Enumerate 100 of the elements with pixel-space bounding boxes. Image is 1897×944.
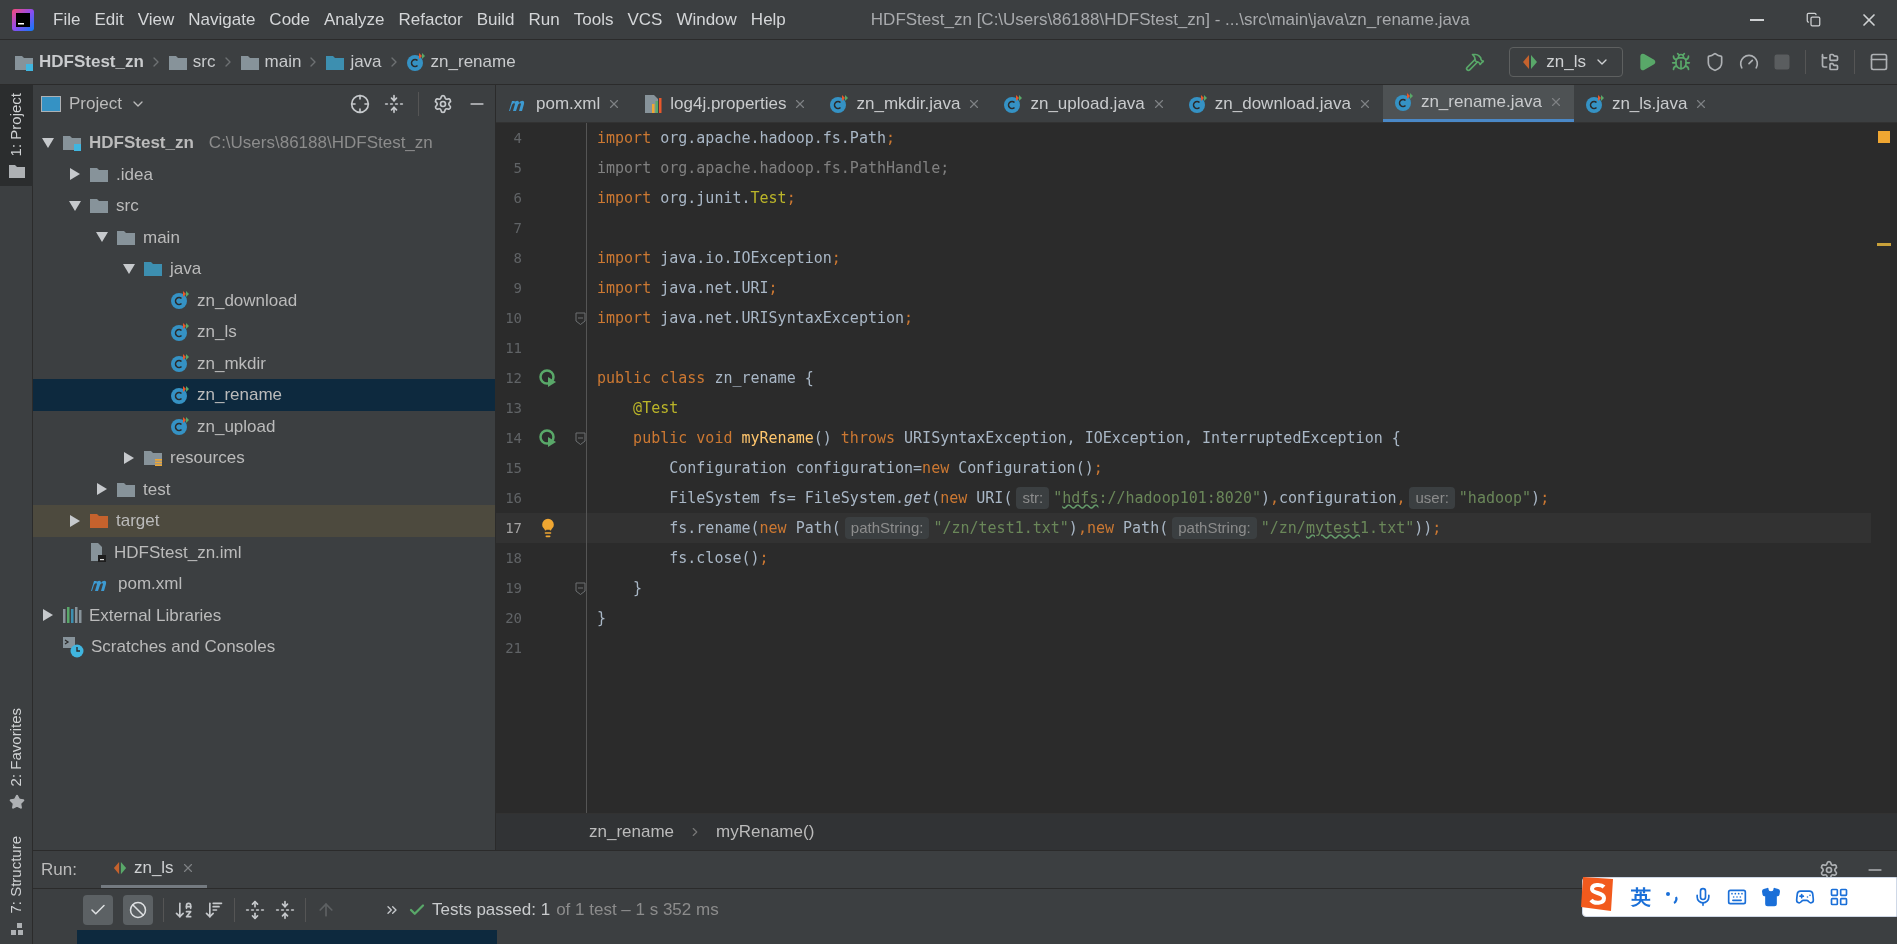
tree-item[interactable]: main (33, 221, 495, 253)
breadcrumb-item[interactable]: main (237, 49, 304, 75)
run-tab[interactable]: zn_ls (100, 851, 207, 888)
fold-marker-icon[interactable] (574, 581, 586, 595)
locate-icon[interactable] (350, 94, 370, 114)
tree-item[interactable]: zn_download (33, 284, 495, 316)
menu-item[interactable]: Help (743, 6, 793, 33)
line-number: 6 (512, 188, 522, 208)
toolbox-icon[interactable] (1829, 887, 1849, 907)
tool-window-tab[interactable]: 7: Structure (0, 828, 33, 944)
run-test-icon[interactable] (539, 369, 557, 387)
panel-icon (41, 96, 61, 112)
menu-item[interactable]: Run (521, 6, 567, 33)
fold-marker-icon[interactable] (574, 431, 586, 445)
collapsed-arrow-icon[interactable] (42, 609, 54, 622)
build-icon[interactable] (1465, 52, 1486, 72)
menu-item[interactable]: Code (262, 6, 317, 33)
tree-item[interactable]: zn_mkdir (33, 347, 495, 379)
tree-item[interactable]: pom.xml (33, 568, 495, 600)
run-config-dropdown[interactable]: zn_ls (1509, 47, 1623, 77)
tree-item[interactable]: Scratches and Consoles (33, 631, 495, 663)
tree-item[interactable]: External Libraries (33, 599, 495, 631)
tree-item[interactable]: src (33, 190, 495, 222)
menu-item[interactable]: Build (469, 6, 522, 33)
editor-tab[interactable]: zn_mkdir.java (818, 85, 993, 122)
tree-item[interactable]: zn_rename (33, 379, 495, 411)
editor-tab[interactable]: zn_upload.java (992, 85, 1177, 122)
tree-item[interactable]: test (33, 473, 495, 505)
breadcrumb-item[interactable]: java (323, 49, 384, 75)
skin-icon[interactable] (1761, 887, 1781, 907)
tool-window-tab[interactable]: 1: Project (0, 85, 33, 187)
keyboard-icon[interactable] (1727, 887, 1747, 907)
code-line: Configuration configuration=new Configuration(); (668, 457, 1103, 479)
punctuation-icon[interactable] (1665, 889, 1679, 905)
editor-tab[interactable]: pom.xml (496, 85, 633, 122)
settings-icon[interactable] (1819, 859, 1839, 880)
menu-item[interactable]: Tools (566, 6, 621, 33)
breadcrumb-item[interactable]: src (165, 49, 218, 75)
tree-label: .idea (116, 163, 153, 186)
line-number: 16 (504, 488, 522, 508)
folder-icon (167, 53, 188, 71)
code-line: public class zn_rename { (597, 367, 814, 389)
menu-item[interactable]: Edit (87, 6, 131, 33)
ime-mode[interactable]: 英 (1631, 882, 1651, 912)
folder-icon (89, 512, 109, 530)
settings-icon[interactable] (433, 94, 453, 114)
menu-item[interactable]: Window (669, 6, 744, 33)
tree-item[interactable]: .idea (33, 158, 495, 190)
expand-all-icon[interactable] (245, 899, 265, 920)
tree-label: java (170, 258, 202, 280)
collapse-all-icon[interactable] (275, 899, 295, 920)
profile-icon[interactable] (1739, 52, 1759, 72)
editor-tab[interactable]: log4j.properties (632, 85, 819, 122)
code-line: @Test (632, 397, 679, 419)
collapsed-arrow-icon[interactable] (69, 514, 81, 527)
breadcrumb-item[interactable]: myRename() (716, 819, 815, 845)
gamepad-icon[interactable] (1795, 887, 1815, 907)
editor-tab[interactable]: zn_rename.java (1382, 85, 1574, 122)
tree-label: External Libraries (89, 604, 222, 627)
tree-item[interactable]: java (33, 253, 495, 285)
project-structure-icon[interactable] (1820, 52, 1840, 72)
breadcrumb-item[interactable]: zn_rename (589, 819, 675, 845)
menu-item[interactable]: Refactor (391, 6, 470, 33)
editor-tab[interactable]: zn_download.java (1176, 85, 1383, 122)
tree-item[interactable]: HDFStest_zn.iml (33, 536, 495, 568)
terminal-icon[interactable] (1869, 52, 1889, 72)
tree-item[interactable]: HDFStest_zn C:\Users\86188\HDFStest_zn (33, 127, 495, 159)
run-icon[interactable] (1637, 52, 1657, 72)
run-test-icon[interactable] (539, 429, 557, 447)
breadcrumb-item[interactable]: zn_rename (403, 49, 518, 75)
expanded-arrow-icon[interactable] (123, 262, 135, 275)
tree-item[interactable]: zn_upload (33, 410, 495, 442)
expanded-arrow-icon[interactable] (96, 231, 108, 244)
menu-item[interactable]: Analyze (317, 6, 392, 33)
code-line: import org.apache.hadoop.fs.PathHandle; (597, 157, 950, 179)
collapsed-arrow-icon[interactable] (69, 168, 81, 181)
breadcrumb-item[interactable]: HDFStest_zn (12, 49, 146, 75)
tree-item[interactable]: resources (33, 442, 495, 474)
expanded-arrow-icon[interactable] (69, 199, 81, 212)
panel-title[interactable]: Project (69, 91, 122, 117)
coverage-icon[interactable] (1705, 52, 1725, 72)
tree-item[interactable]: zn_ls (33, 316, 495, 348)
folder-icon (116, 228, 136, 246)
menu-item[interactable]: Navigate (181, 6, 263, 33)
microphone-icon[interactable] (1693, 887, 1713, 907)
editor-tab[interactable]: zn_ls.java (1573, 85, 1720, 122)
tool-window-tab[interactable]: 2: Favorites (0, 700, 33, 819)
menu-item[interactable]: VCS (620, 6, 670, 33)
menu-item[interactable]: View (130, 6, 182, 33)
menu-item[interactable]: File (46, 6, 88, 33)
debug-icon[interactable] (1671, 52, 1691, 72)
fold-marker-icon[interactable] (574, 311, 586, 325)
collapsed-arrow-icon[interactable] (96, 483, 108, 496)
show-ignored-button[interactable] (123, 894, 153, 925)
show-passed-button[interactable] (83, 894, 113, 925)
expanded-arrow-icon[interactable] (42, 136, 54, 149)
libraries-icon (62, 606, 82, 625)
collapsed-arrow-icon[interactable] (123, 451, 135, 464)
collapse-all-icon[interactable] (384, 94, 404, 114)
tree-item[interactable]: target (33, 505, 495, 537)
